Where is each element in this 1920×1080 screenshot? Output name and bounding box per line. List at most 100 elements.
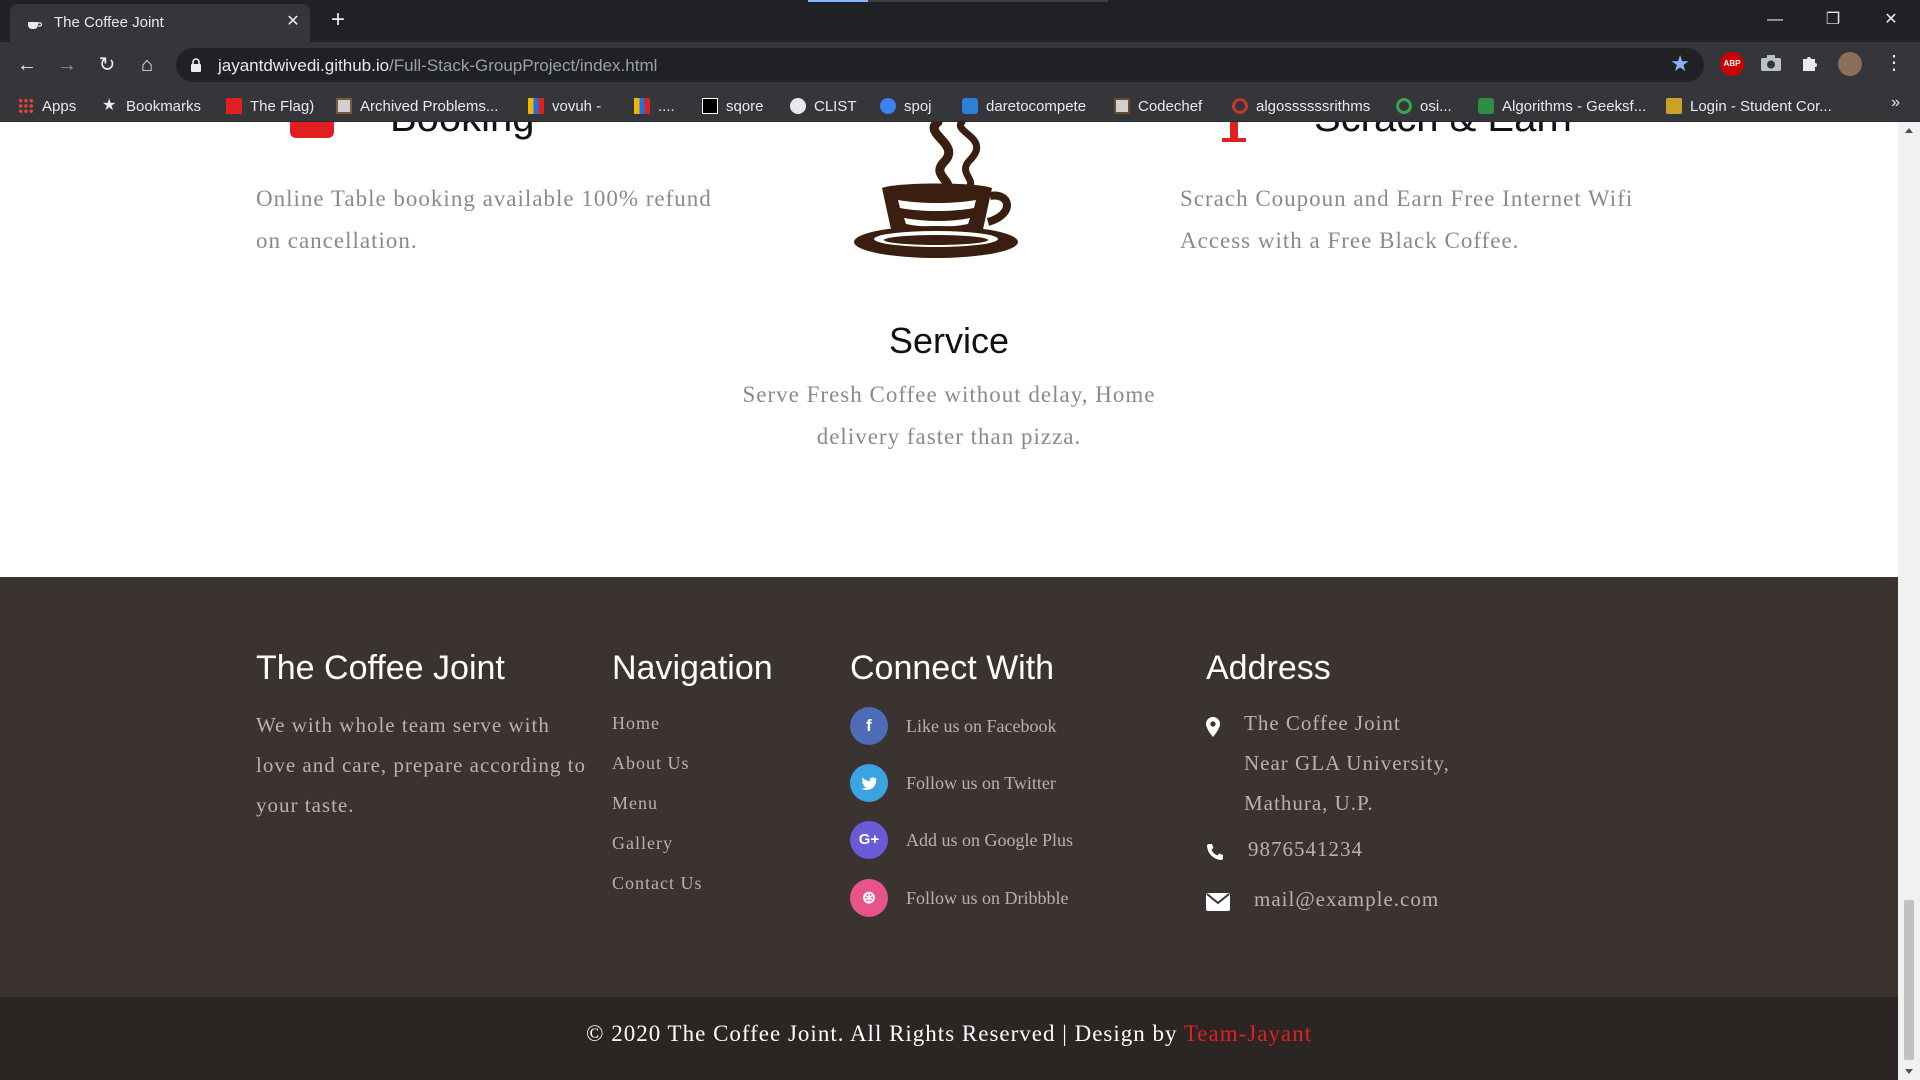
booking-title: Booking: [390, 122, 535, 141]
bookmark-spoj[interactable]: spoj: [880, 96, 932, 116]
scroll-up-arrow-icon[interactable]: [1905, 128, 1913, 133]
browser-titlebar: The Coffee Joint ✕ + — ❐ ✕: [0, 0, 1920, 42]
social-twitter-link[interactable]: Follow us on Twitter: [850, 764, 1230, 802]
bookmark-login[interactable]: Login - Student Cor...: [1666, 96, 1832, 116]
bookmark-sqore[interactable]: sqore: [702, 96, 764, 116]
footer-nav-home[interactable]: Home: [612, 713, 660, 734]
footer-about-text: We with whole team serve with love and c…: [256, 713, 587, 817]
social-google-plus-link[interactable]: G+ Add us on Google Plus: [850, 821, 1230, 859]
site-footer: The Coffee Joint We with whole team serv…: [0, 577, 1898, 997]
archive-icon: [336, 98, 352, 114]
scrollbar-thumb[interactable]: [1904, 900, 1914, 1060]
apps-grid-icon: [18, 98, 34, 114]
page-viewport: Booking Online Table booking available 1…: [0, 122, 1898, 1080]
new-tab-icon[interactable]: +: [324, 6, 352, 34]
service-title: Service: [888, 320, 1010, 361]
mail-icon: [1206, 893, 1230, 911]
copyright-bar: © 2020 The Coffee Joint. All Rights Rese…: [0, 997, 1898, 1080]
social-facebook-label: Like us on Facebook: [906, 716, 1057, 736]
bookmark-clist[interactable]: CLIST: [790, 96, 857, 116]
scratch-earn-description: Scrach Coupoun and Earn Free Internet Wi…: [1180, 186, 1634, 253]
spoj-icon: [880, 98, 896, 114]
codeforces-icon: [634, 98, 650, 114]
design-credit-link[interactable]: Team-Jayant: [1184, 1021, 1312, 1046]
bookmark-apps[interactable]: Apps: [18, 96, 76, 116]
bookmark-algorithms[interactable]: algossssssrithms: [1232, 96, 1370, 116]
url-text: jayantdwivedi.github.io/Full-Stack-Group…: [218, 56, 657, 76]
booking-description: Online Table booking available 100% refu…: [256, 186, 712, 253]
address-line-1: The Coffee Joint: [1244, 711, 1401, 735]
tab-close-icon[interactable]: ✕: [282, 11, 304, 33]
codeforces-icon: [528, 98, 544, 114]
bookmark-vovuh[interactable]: vovuh -: [528, 96, 601, 116]
social-dribbble-label: Follow us on Dribbble: [906, 888, 1069, 908]
address-line-2: Near GLA University,: [1244, 751, 1450, 775]
address-bar[interactable]: jayantdwivedi.github.io/Full-Stack-Group…: [176, 48, 1704, 82]
close-window-icon[interactable]: ✕: [1868, 4, 1914, 36]
scratch-earn-icon-base: [1222, 138, 1246, 142]
dribbble-icon: ⊛: [850, 879, 888, 917]
footer-about-heading: The Coffee Joint: [256, 649, 505, 687]
facebook-icon: f: [850, 707, 888, 745]
reload-icon[interactable]: ↻: [92, 50, 122, 80]
bookmark-archived-problems[interactable]: Archived Problems...: [336, 96, 498, 116]
globe-icon: [790, 98, 806, 114]
bookmark-codechef[interactable]: Codechef: [1114, 96, 1202, 116]
home-icon[interactable]: ⌂: [132, 50, 162, 80]
camera-icon[interactable]: [1760, 54, 1782, 72]
bookmark-label: daretocompete: [986, 97, 1087, 115]
footer-nav-contact-us[interactable]: Contact Us: [612, 873, 703, 894]
bookmark-label: CLIST: [814, 97, 857, 115]
booking-icon: [290, 122, 334, 138]
forward-arrow-icon[interactable]: →: [52, 50, 82, 80]
bookmarks-overflow-icon[interactable]: »: [1891, 94, 1900, 112]
bookmark-label: Login - Student Cor...: [1690, 97, 1832, 115]
bookmarks-bar: Apps ★ Bookmarks The Flag) Archived Prob…: [0, 88, 1920, 122]
adblock-plus-icon[interactable]: ABP: [1720, 52, 1744, 76]
lock-icon: [191, 58, 201, 72]
bookmark-label: spoj: [904, 97, 932, 115]
bookmark-geeksforgeeks[interactable]: Algorithms - Geeksf...: [1478, 96, 1646, 116]
email-address[interactable]: mail@example.com: [1254, 879, 1439, 919]
footer-address-heading: Address: [1206, 649, 1331, 687]
profile-avatar[interactable]: [1838, 52, 1862, 76]
social-google-plus-label: Add us on Google Plus: [906, 830, 1074, 850]
social-dribbble-link[interactable]: ⊛ Follow us on Dribbble: [850, 879, 1230, 917]
browser-tab[interactable]: The Coffee Joint ✕: [10, 4, 310, 42]
social-facebook-link[interactable]: f Like us on Facebook: [850, 707, 1230, 745]
copyright-statement: © 2020 The Coffee Joint. All Rights Rese…: [586, 1021, 1184, 1046]
bookmark-the-flag[interactable]: The Flag): [226, 96, 314, 116]
bookmark-bookmarks[interactable]: ★ Bookmarks: [102, 96, 201, 116]
bookmark-osi[interactable]: osi...: [1396, 96, 1452, 116]
bookmark-dots[interactable]: ....: [634, 96, 675, 116]
back-arrow-icon[interactable]: ←: [12, 50, 42, 80]
scroll-down-arrow-icon[interactable]: [1905, 1069, 1913, 1074]
puzzle-icon: [962, 98, 978, 114]
bookmark-daretocompete[interactable]: daretocompete: [962, 96, 1086, 116]
loading-bar: [808, 0, 1108, 2]
footer-nav-menu[interactable]: Menu: [612, 793, 658, 814]
restore-icon[interactable]: ❐: [1810, 4, 1856, 36]
map-pin-icon: [1206, 717, 1220, 737]
footer-nav-gallery[interactable]: Gallery: [612, 833, 673, 854]
bookmark-label: Bookmarks: [126, 97, 202, 115]
twitter-icon: [850, 764, 888, 802]
bookmark-star-icon[interactable]: ★: [1670, 51, 1690, 77]
bookmark-label: Algorithms - Geeksf...: [1502, 97, 1647, 115]
social-twitter-label: Follow us on Twitter: [906, 773, 1056, 793]
loading-bar-fill: [808, 0, 868, 2]
browser-menu-icon[interactable]: ⋮: [1884, 50, 1904, 75]
bookmark-label: Codechef: [1138, 97, 1203, 115]
coffee-cup-icon: [854, 122, 1018, 258]
minimize-icon[interactable]: —: [1752, 4, 1798, 36]
copyright-text: © 2020 The Coffee Joint. All Rights Rese…: [0, 1021, 1898, 1047]
url-host: jayantdwivedi.github.io: [218, 56, 390, 75]
bookmark-label: The Flag): [250, 97, 315, 115]
phone-icon: [1207, 844, 1223, 860]
flag-icon: [226, 98, 242, 114]
footer-nav-about-us[interactable]: About Us: [612, 753, 690, 774]
tab-title: The Coffee Joint: [54, 14, 164, 31]
page-scrollbar[interactable]: [1898, 122, 1920, 1080]
extensions-puzzle-icon[interactable]: [1800, 53, 1820, 73]
bookmark-label: sqore: [726, 97, 764, 115]
